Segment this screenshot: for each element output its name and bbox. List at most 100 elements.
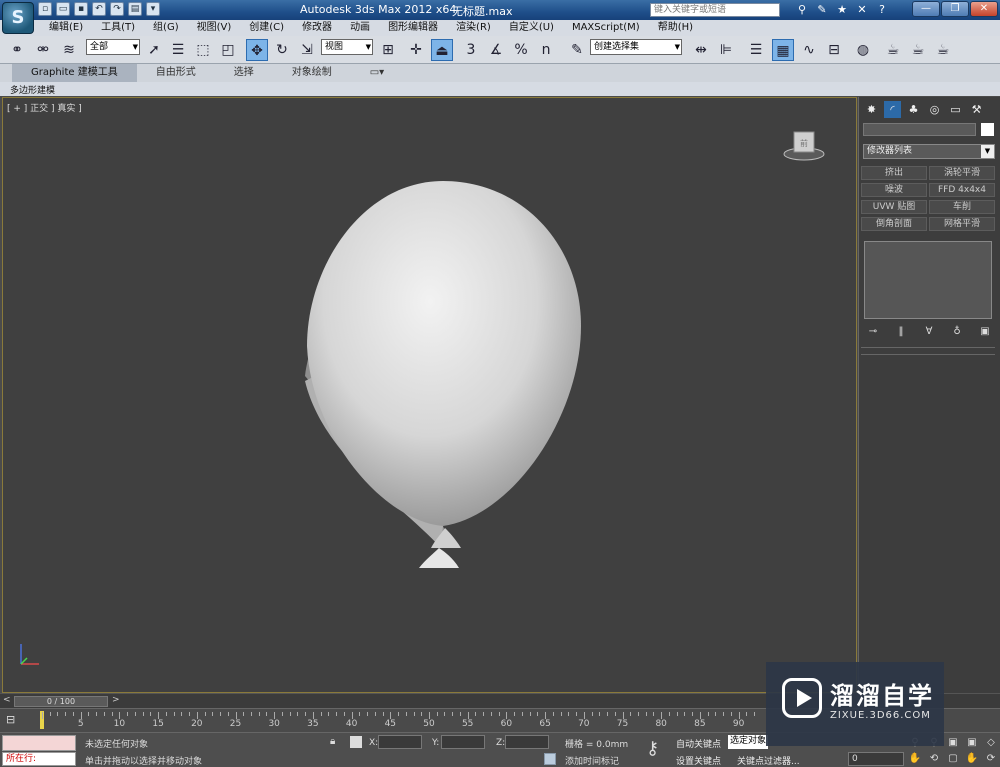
project-folder-icon[interactable]: ▤ [128, 2, 142, 16]
unlink-icon[interactable]: ⚮ [32, 39, 54, 61]
y-coordinate-field[interactable] [441, 735, 485, 749]
menu-item[interactable]: 渲染(R) [447, 20, 500, 36]
menu-item[interactable]: MAXScript(M) [563, 20, 649, 36]
new-file-icon[interactable]: ▫ [38, 2, 52, 16]
curve-editor-icon[interactable]: ∿ [798, 39, 820, 61]
arc-rotate-icon[interactable]: ⟳ [982, 751, 1000, 766]
percent-snap-icon[interactable]: % [510, 39, 532, 61]
absolute-mode-icon[interactable] [350, 736, 362, 748]
field-of-view-icon[interactable]: ◇ [982, 735, 1000, 750]
object-color-swatch[interactable] [981, 123, 994, 136]
object-name-field[interactable] [863, 123, 976, 136]
redo-icon[interactable]: ↷ [110, 2, 124, 16]
auto-key-button[interactable]: 自动关键点 [676, 737, 721, 750]
show-end-result-icon[interactable]: ‖ [893, 326, 909, 337]
maxscript-listener-bottom[interactable]: 所在行: [2, 752, 76, 766]
select-object-icon[interactable]: ➚ [143, 39, 165, 61]
pan-icon[interactable]: ✋ [906, 751, 924, 766]
search-input[interactable]: 键入关键字或短语 [650, 3, 780, 17]
tab-freeform[interactable]: 自由形式 [137, 64, 215, 82]
maximize-viewport-icon[interactable]: ▢ [944, 751, 962, 766]
binoculars-icon[interactable]: ⚲ [795, 3, 809, 17]
maxscript-listener-top[interactable] [2, 735, 76, 751]
menu-item[interactable]: 修改器 [293, 20, 341, 36]
polygon-modeling-label[interactable]: 多边形建模 [10, 83, 55, 96]
add-time-tag[interactable]: 添加时间标记 [565, 754, 619, 767]
menu-item[interactable]: 编辑(E) [40, 20, 92, 36]
key-tools-icon[interactable]: ✎ [815, 3, 829, 17]
tab-selection[interactable]: 选择 [215, 64, 273, 82]
add-time-tag-icon[interactable] [544, 753, 556, 765]
pin-stack-icon[interactable]: ⊸ [865, 326, 881, 337]
time-prev-button[interactable]: < [3, 695, 11, 705]
render-setup-icon[interactable]: ☕ [882, 39, 904, 61]
close-search-icon[interactable]: ✕ [855, 3, 869, 17]
zoom-extents-icon[interactable]: ▣ [944, 735, 962, 750]
open-file-icon[interactable]: ▭ [56, 2, 70, 16]
set-key-icon[interactable]: ⚷ [646, 738, 659, 759]
x-coordinate-field[interactable] [378, 735, 422, 749]
schematic-view-icon[interactable]: ⊟ [823, 39, 845, 61]
snaps-toggle-icon[interactable]: 3 [460, 39, 482, 61]
modifier-list-dropdown[interactable]: 修改器列表 [863, 144, 995, 159]
close-button[interactable]: ✕ [970, 1, 998, 17]
menu-item[interactable]: 动画 [341, 20, 379, 36]
modifier-button[interactable]: 挤出 [861, 166, 927, 180]
select-by-name-icon[interactable]: ☰ [167, 39, 189, 61]
save-file-icon[interactable]: ▪ [74, 2, 88, 16]
mirror-icon[interactable]: ⇹ [690, 39, 712, 61]
modifier-button[interactable]: 车削 [929, 200, 995, 214]
help-icon[interactable]: ? [875, 3, 889, 17]
viewcube[interactable]: 前 [782, 128, 826, 164]
keyboard-shortcut-override-icon[interactable]: ⏏ [431, 39, 453, 61]
display-tab-icon[interactable]: ▭ [947, 101, 964, 118]
hierarchy-tab-icon[interactable]: ♣ [905, 101, 922, 118]
material-editor-icon[interactable]: ◍ [852, 39, 874, 61]
z-coordinate-field[interactable] [505, 735, 549, 749]
modifier-button[interactable]: 倒角剖面 [861, 217, 927, 231]
utilities-tab-icon[interactable]: ⚒ [968, 101, 985, 118]
selection-lock-icon[interactable]: 🔒︎ [330, 736, 335, 747]
modifier-button[interactable]: 涡轮平滑 [929, 166, 995, 180]
motion-tab-icon[interactable]: ◎ [926, 101, 943, 118]
modifier-button[interactable]: FFD 4x4x4 [929, 183, 995, 197]
menu-item[interactable]: 帮助(H) [649, 20, 702, 36]
ribbon-options-icon[interactable]: ▭▾ [351, 64, 403, 82]
app-logo-button[interactable]: S [2, 2, 34, 34]
walk-through-icon[interactable]: ✋ [963, 751, 981, 766]
modifier-button[interactable]: 噪波 [861, 183, 927, 197]
pivot-center-icon[interactable]: ⊞ [377, 39, 399, 61]
menu-item[interactable]: 视图(V) [188, 20, 241, 36]
quick-access-dropdown-icon[interactable]: ▾ [146, 2, 160, 16]
restore-button[interactable]: ❐ [941, 1, 969, 17]
configure-sets-icon[interactable]: ▣ [977, 326, 993, 337]
key-filters-button[interactable]: 关键点过滤器... [737, 754, 800, 767]
rectangle-selection-icon[interactable]: ⬚ [192, 39, 214, 61]
selected-set-dropdown[interactable]: 选定对象 [728, 735, 768, 749]
orbit-icon[interactable]: ⟲ [925, 751, 943, 766]
balloon-object[interactable] [293, 176, 593, 576]
layer-manager-icon[interactable]: ☰ [745, 39, 767, 61]
window-crossing-icon[interactable]: ◰ [217, 39, 239, 61]
angle-snap-icon[interactable]: ∡ [485, 39, 507, 61]
modify-tab-icon[interactable]: ◜ [884, 101, 901, 118]
link-icon[interactable]: ⚭ [6, 39, 28, 61]
zoom-extents-all-icon[interactable]: ▣ [963, 735, 981, 750]
viewport-label[interactable]: [ + ] 正交 ] 真实 ] [7, 101, 82, 114]
time-slider-thumb[interactable]: 0 / 100 [14, 696, 108, 707]
select-and-scale-icon[interactable]: ⇲ [296, 39, 318, 61]
edit-named-selection-icon[interactable]: ✎ [566, 39, 588, 61]
menu-item[interactable]: 组(G) [144, 20, 188, 36]
menu-item[interactable]: 图形编辑器 [379, 20, 447, 36]
select-and-rotate-icon[interactable]: ↻ [271, 39, 293, 61]
align-icon[interactable]: ⊫ [715, 39, 737, 61]
select-and-manipulate-icon[interactable]: ✛ [405, 39, 427, 61]
render-production-icon[interactable]: ☕ [932, 39, 954, 61]
tab-object-paint[interactable]: 对象绘制 [273, 64, 351, 82]
selection-filter-dropdown[interactable]: 全部 [86, 39, 140, 55]
named-selection-dropdown[interactable]: 创建选择集 [590, 39, 682, 55]
graphite-toggle-icon[interactable]: ▦ [772, 39, 794, 61]
select-and-move-icon[interactable]: ✥ [246, 39, 268, 61]
reference-coordinate-dropdown[interactable]: 视图 [321, 39, 373, 55]
set-key-button[interactable]: 设置关键点 [676, 754, 721, 767]
